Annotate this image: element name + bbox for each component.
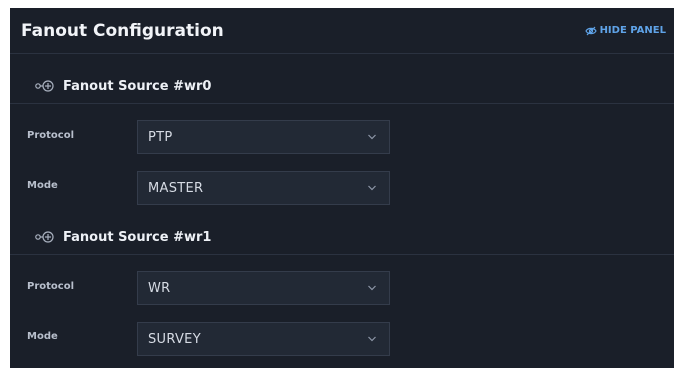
chevron-down-icon <box>367 133 377 141</box>
fanout-source-title: Fanout Source #wr0 <box>63 79 212 94</box>
protocol-select-value: WR <box>148 281 171 296</box>
eye-slash-icon <box>584 26 597 36</box>
protocol-label: Protocol <box>27 281 75 292</box>
fanout-configuration-panel: Fanout Configuration HIDE PANEL Fanout S… <box>10 8 674 368</box>
mode-select-value: MASTER <box>148 181 204 196</box>
panel-title: Fanout Configuration <box>21 21 224 41</box>
mode-label: Mode <box>27 180 58 191</box>
connector-icon <box>34 79 56 93</box>
hide-panel-button[interactable]: HIDE PANEL <box>584 25 666 36</box>
fanout-source-title: Fanout Source #wr1 <box>63 230 212 245</box>
chevron-down-icon <box>367 284 377 292</box>
mode-select[interactable]: SURVEY <box>137 322 390 356</box>
chevron-down-icon <box>367 184 377 192</box>
chevron-down-icon <box>367 335 377 343</box>
panel-header: Fanout Configuration HIDE PANEL <box>10 8 674 54</box>
fanout-source-header: Fanout Source #wr1 <box>10 221 674 255</box>
connector-icon <box>34 230 56 244</box>
protocol-select[interactable]: WR <box>137 271 390 305</box>
protocol-label: Protocol <box>27 130 75 141</box>
protocol-select[interactable]: PTP <box>137 120 390 154</box>
fanout-source-header: Fanout Source #wr0 <box>10 70 674 104</box>
mode-select-value: SURVEY <box>148 332 201 347</box>
protocol-select-value: PTP <box>148 130 173 145</box>
mode-select[interactable]: MASTER <box>137 171 390 205</box>
hide-panel-label: HIDE PANEL <box>599 25 666 36</box>
mode-label: Mode <box>27 331 58 342</box>
